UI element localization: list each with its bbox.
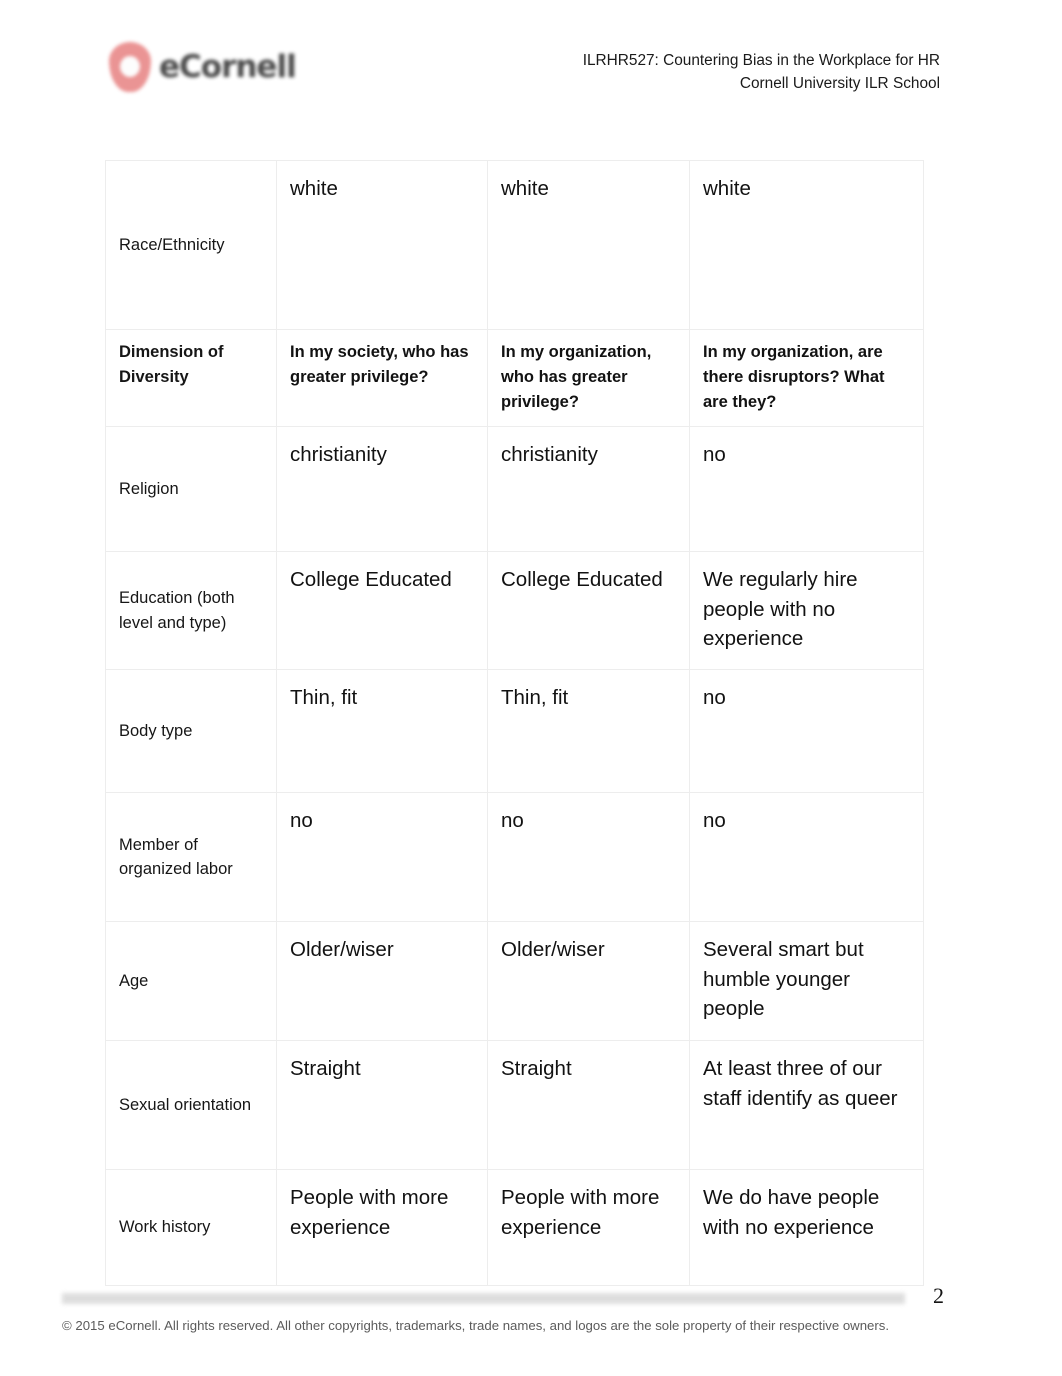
row-label: Race/Ethnicity	[119, 235, 225, 254]
table-cell-disruptors: no	[689, 426, 924, 552]
document-page: eCornell ILRHR527: Countering Bias in th…	[0, 0, 1062, 1376]
column-header-label: Dimension of Diversity	[119, 343, 224, 387]
table-header-cell-society: In my society, who has greater privilege…	[276, 329, 488, 427]
row-label: Education (both level and type)	[119, 589, 235, 632]
cell-text: no	[703, 809, 726, 832]
copyright-notice: © 2015 eCornell. All rights reserved. Al…	[62, 1318, 890, 1333]
cell-text: Straight	[501, 1057, 572, 1080]
table-row: Education (both level and type) College …	[105, 551, 924, 670]
table-cell-organization: Thin, fit	[487, 669, 690, 793]
diversity-matrix-table-wrap: Race/Ethnicity white white white Dimensi…	[105, 160, 924, 1286]
column-header-label: In my organization, are there disruptors…	[703, 343, 885, 412]
ecornell-shield-icon	[107, 41, 153, 93]
cell-text: Straight	[290, 1057, 361, 1080]
cell-text: Thin, fit	[501, 686, 569, 709]
diversity-matrix-table: Race/Ethnicity white white white Dimensi…	[105, 160, 924, 1286]
cell-text: white	[501, 177, 549, 200]
cell-text: People with more experience	[290, 1186, 449, 1239]
table-cell-society: People with more experience	[276, 1169, 488, 1286]
table-header-cell-organization: In my organization, who has greater priv…	[487, 329, 690, 427]
table-cell-organization: Straight	[487, 1040, 690, 1170]
cell-text: no	[501, 809, 524, 832]
table-cell-dimension: Religion	[105, 426, 277, 552]
header-title-block: ILRHR527: Countering Bias in the Workpla…	[583, 50, 940, 96]
table-header-row: Dimension of Diversity In my society, wh…	[105, 329, 924, 427]
table-cell-disruptors: Several smart but humble younger people	[689, 921, 924, 1041]
cell-text: no	[703, 443, 726, 466]
column-header-label: In my organization, who has greater priv…	[501, 343, 652, 412]
row-label: Religion	[119, 479, 179, 498]
table-row: Member of organized labor no no no	[105, 792, 924, 922]
table-cell-society: Older/wiser	[276, 921, 488, 1041]
table-cell-society: Thin, fit	[276, 669, 488, 793]
table-cell-organization: Older/wiser	[487, 921, 690, 1041]
cell-text: christianity	[501, 443, 598, 466]
table-cell-organization: christianity	[487, 426, 690, 552]
cell-text: christianity	[290, 443, 387, 466]
table-cell-dimension: Age	[105, 921, 277, 1041]
cell-text: Several smart but humble younger people	[703, 938, 864, 1021]
cell-text: We do have people with no experience	[703, 1186, 880, 1239]
table-cell-disruptors: We regularly hire people with no experie…	[689, 551, 924, 670]
table-cell-disruptors: no	[689, 669, 924, 793]
column-header-label: In my society, who has greater privilege…	[290, 343, 469, 387]
table-cell-society: College Educated	[276, 551, 488, 670]
document-header: eCornell ILRHR527: Countering Bias in th…	[0, 34, 1062, 114]
cell-text: no	[703, 686, 726, 709]
table-cell-organization: no	[487, 792, 690, 922]
cell-text: At least three of our staff identify as …	[703, 1057, 898, 1110]
table-cell-disruptors: no	[689, 792, 924, 922]
ecornell-logo-text: eCornell	[159, 48, 297, 85]
table-header-cell-dimension: Dimension of Diversity	[105, 329, 277, 427]
table-cell-society: white	[276, 160, 488, 330]
cell-text: College Educated	[290, 568, 452, 591]
row-label: Work history	[119, 1218, 211, 1237]
row-label: Sexual orientation	[119, 1095, 252, 1114]
table-row: Work history People with more experience…	[105, 1169, 924, 1286]
table-cell-society: christianity	[276, 426, 488, 552]
cell-text: Older/wiser	[290, 938, 394, 961]
table-cell-society: no	[276, 792, 488, 922]
table-row: Sexual orientation Straight Straight At …	[105, 1040, 924, 1170]
table-cell-organization: College Educated	[487, 551, 690, 670]
table-cell-society: Straight	[276, 1040, 488, 1170]
table-cell-disruptors: white	[689, 160, 924, 330]
table-cell-organization: People with more experience	[487, 1169, 690, 1286]
row-label: Body type	[119, 721, 193, 740]
footer-divider	[62, 1293, 905, 1304]
table-cell-dimension: Race/Ethnicity	[105, 160, 277, 330]
table-row: Body type Thin, fit Thin, fit no	[105, 669, 924, 793]
row-label: Age	[119, 971, 149, 990]
cell-text: Older/wiser	[501, 938, 605, 961]
table-row: Religion christianity christianity no	[105, 426, 924, 552]
table-cell-disruptors: We do have people with no experience	[689, 1169, 924, 1286]
cell-text: College Educated	[501, 568, 663, 591]
course-title: ILRHR527: Countering Bias in the Workpla…	[582, 52, 940, 69]
row-label: Member of organized labor	[119, 835, 233, 878]
table-cell-dimension: Sexual orientation	[105, 1040, 277, 1170]
cell-text: People with more experience	[501, 1186, 660, 1239]
ecornell-logo: eCornell	[107, 38, 307, 96]
cell-text: no	[290, 809, 313, 832]
table-cell-dimension: Body type	[105, 669, 277, 793]
page-number: 2	[933, 1283, 944, 1308]
table-row: Age Older/wiser Older/wiser Several smar…	[105, 921, 924, 1041]
cell-text: We regularly hire people with no experie…	[703, 568, 858, 651]
cell-text: white	[703, 177, 751, 200]
cell-text: white	[290, 177, 338, 200]
cell-text: Thin, fit	[290, 686, 358, 709]
table-cell-disruptors: At least three of our staff identify as …	[689, 1040, 924, 1170]
table-cell-dimension: Work history	[105, 1169, 277, 1286]
school-name: Cornell University ILR School	[739, 74, 940, 92]
table-cell-dimension: Member of organized labor	[105, 792, 277, 922]
table-header-cell-disruptors: In my organization, are there disruptors…	[689, 329, 924, 427]
table-row: Race/Ethnicity white white white	[105, 160, 924, 330]
table-cell-dimension: Education (both level and type)	[105, 551, 277, 670]
table-cell-organization: white	[487, 160, 690, 330]
